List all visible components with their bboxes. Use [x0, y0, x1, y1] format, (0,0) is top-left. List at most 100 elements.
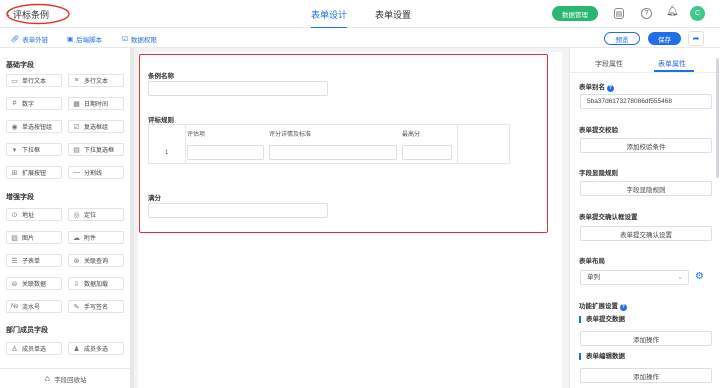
field-attachment[interactable]: ☁ 附件: [68, 231, 124, 244]
field-label: 成员多选: [84, 347, 109, 353]
field-label: 手写签名: [84, 305, 109, 311]
form-layout-select[interactable]: 单列 ⌄: [580, 270, 689, 285]
field-label: 地址: [22, 213, 35, 219]
top-bar: ‹ 评标条例 表单设计 表单设置 数据管理 ▤ ? 🔔︎ C: [0, 0, 720, 29]
field-label: 下拉框: [22, 148, 41, 154]
right-scrollbar[interactable]: [716, 58, 719, 178]
submit-confirm-button[interactable]: 表单提交确认设置: [580, 226, 712, 241]
data-manage-button[interactable]: 数据管理: [552, 6, 598, 21]
field-label: 多行文本: [84, 79, 109, 85]
tab-form-properties[interactable]: 表单属性: [658, 59, 686, 69]
location-icon: ⊙: [11, 211, 18, 219]
tab-divider: [570, 72, 720, 73]
submit-check-label: 表单提交校验: [579, 127, 618, 134]
field-label: 数字: [22, 102, 35, 108]
extend-icon: ⊞: [11, 169, 18, 177]
field-position[interactable]: ◎ 定位: [68, 208, 124, 221]
sub-toolbar: 🔗︎ 表单外链 ▣ 后端脚本 ☑ 数据权限 预览 保存 ➦: [0, 28, 720, 48]
form-alias-input[interactable]: 5ba37d6173278086df555468: [580, 94, 712, 109]
save-button[interactable]: 保存: [648, 32, 681, 45]
data-permission-label: 数据权限: [130, 37, 157, 44]
field-dropdown[interactable]: ▾ 下拉框: [6, 143, 62, 156]
form-external-link-label: 表单外链: [22, 37, 49, 44]
form-layout-label: 表单布局: [579, 258, 605, 265]
properties-panel: 字段属性 表单属性 表单别名 ? 5ba37d6173278086df55546…: [569, 48, 720, 388]
field-checkbox[interactable]: ☑ 复选框组: [68, 120, 124, 133]
field-single-line[interactable]: ▭ 单行文本: [6, 74, 62, 87]
visibility-rule-label: 字段显隐规则: [579, 170, 618, 177]
canvas-highlight-box: [139, 54, 548, 233]
field-data-load[interactable]: ⇩ 数据加载: [68, 277, 124, 290]
image-icon: ▨: [11, 234, 18, 242]
multi-line-icon: ≡: [74, 77, 79, 84]
field-multi-dropdown[interactable]: ▤ 下拉复选框: [68, 143, 124, 156]
field-datetime[interactable]: ▦ 日期时间: [68, 97, 124, 110]
related-data-icon: ⊜: [11, 280, 18, 288]
extension-settings-label: 功能扩展设置 ?: [579, 300, 627, 311]
datetime-icon: ▦: [73, 100, 80, 108]
edit-data-add-button[interactable]: 添加操作: [580, 368, 712, 383]
field-image[interactable]: ▨ 图片: [6, 231, 62, 244]
data-permission-link[interactable]: ☑ 数据权限: [122, 34, 157, 44]
submit-data-add-button[interactable]: 添加操作: [580, 331, 712, 346]
serial-icon: №: [11, 303, 19, 310]
preview-button[interactable]: 预览: [604, 32, 640, 45]
field-related-query[interactable]: ⊛ 关联查询: [68, 254, 124, 267]
form-alias-text: 表单别名: [579, 84, 605, 91]
divider-icon: —: [73, 169, 80, 176]
question-icon[interactable]: ?: [619, 304, 627, 311]
backend-script-link[interactable]: ▣ 后端脚本: [67, 34, 102, 44]
question-icon[interactable]: ?: [606, 85, 614, 92]
field-extend[interactable]: ⊞ 扩展按钮: [6, 166, 62, 179]
share-icon[interactable]: ➦: [688, 31, 704, 46]
field-number[interactable]: # 数字: [6, 97, 62, 110]
dropdown-icon: ▾: [12, 146, 17, 154]
related-query-icon: ⊛: [73, 257, 80, 265]
tab-form-design[interactable]: 表单设计: [311, 8, 348, 29]
script-icon: ▣: [67, 36, 74, 43]
gear-icon[interactable]: ⚙: [695, 272, 704, 282]
recycle-bin-label: 字段回收站: [54, 376, 87, 384]
field-multi-line[interactable]: ≡ 多行文本: [68, 74, 124, 87]
field-label: 关联查询: [84, 259, 109, 265]
field-label: 单行文本: [22, 79, 47, 85]
tab-field-properties[interactable]: 字段属性: [595, 59, 623, 69]
field-signature[interactable]: ✎ 手写签名: [68, 300, 124, 313]
field-serial[interactable]: № 流水号: [6, 300, 62, 313]
link-icon: 🔗︎: [11, 36, 20, 43]
field-label: 日期时间: [84, 102, 109, 108]
submit-confirm-label: 表单提交确认框设置: [579, 214, 638, 221]
checkbox-icon: ☑: [73, 123, 80, 131]
field-label: 单选按钮组: [22, 125, 53, 131]
field-label: 图片: [22, 236, 35, 242]
radio-icon: ◉: [11, 123, 18, 131]
add-check-condition-button[interactable]: 添加校验条件: [580, 138, 712, 153]
form-external-link[interactable]: 🔗︎ 表单外链: [11, 34, 48, 44]
field-location[interactable]: ⊙ 地址: [6, 208, 62, 221]
title-highlight-ellipse: [6, 3, 70, 25]
tab-form-settings[interactable]: 表单设置: [375, 8, 411, 21]
help-icon[interactable]: ?: [641, 8, 652, 19]
submit-data-heading: 表单提交数据: [579, 316, 625, 323]
field-member-multi[interactable]: ♟ 成员多选: [68, 342, 124, 355]
field-divider[interactable]: — 分割线: [68, 166, 124, 179]
avatar[interactable]: C: [690, 6, 705, 21]
field-label: 扩展按钮: [22, 171, 47, 177]
single-line-icon: ▭: [11, 77, 18, 85]
recycle-icon: ♺: [44, 375, 51, 383]
member-single-icon: ♙: [11, 345, 18, 353]
left-scrollbar[interactable]: [131, 48, 134, 388]
recycle-bin-button[interactable]: ♺ 字段回收站: [0, 368, 131, 388]
backend-script-label: 后端脚本: [76, 37, 103, 44]
permission-icon: ☑: [122, 36, 128, 43]
field-related-data[interactable]: ⊜ 关联数据: [6, 277, 62, 290]
field-radio[interactable]: ◉ 单选按钮组: [6, 120, 62, 133]
visibility-rule-button[interactable]: 字段显隐规则: [580, 181, 712, 196]
subform-icon: ☰: [11, 257, 18, 265]
field-label: 分割线: [84, 171, 103, 177]
doc-icon[interactable]: ▤: [614, 8, 624, 19]
field-subform[interactable]: ☰ 子表单: [6, 254, 62, 267]
bell-icon[interactable]: 🔔︎: [666, 6, 679, 17]
data-load-icon: ⇩: [73, 280, 80, 288]
field-member-single[interactable]: ♙ 成员单选: [6, 342, 62, 355]
